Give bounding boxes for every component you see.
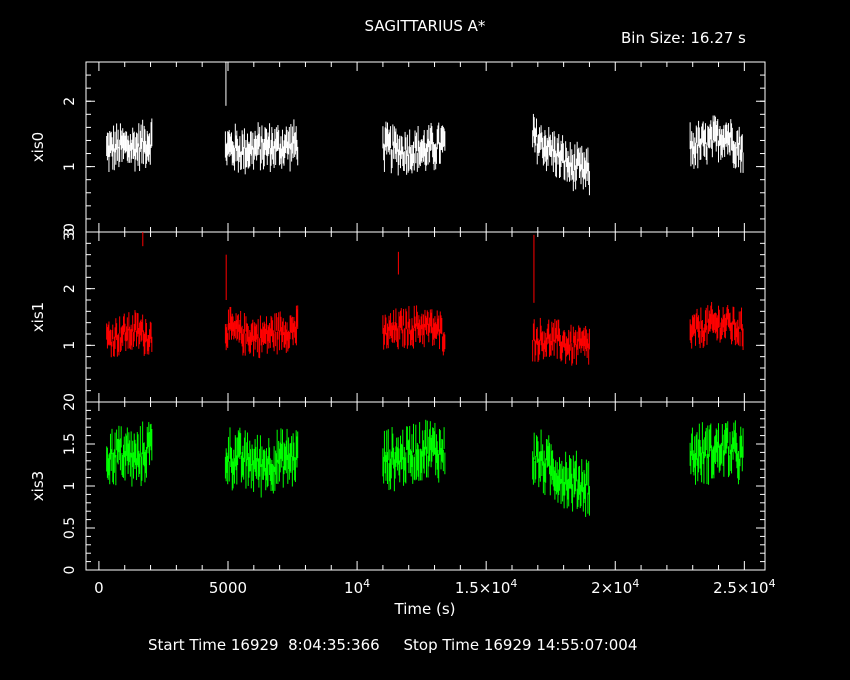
series-xis3 xyxy=(106,419,744,517)
y-tick-label: 20 xyxy=(62,393,78,411)
series-xis1 xyxy=(106,232,744,366)
x-tick-label: 1.5×104 xyxy=(455,577,518,597)
y-tick-label: 1 xyxy=(62,341,78,350)
y-axis-label: xis0 xyxy=(29,132,47,162)
y-tick-label: 2 xyxy=(62,97,78,106)
y-axis-label: xis1 xyxy=(29,302,47,332)
y-tick-label: 1 xyxy=(62,162,78,171)
panel-xis3: 0 0.5 1 1.5 xis3 xyxy=(29,401,766,575)
y-tick-label: 1.5 xyxy=(62,433,78,455)
y-tick-label: 2 xyxy=(62,284,78,293)
x-tick-label: 5000 xyxy=(209,579,247,597)
time-range-footer: Start Time 16929 8:04:35:366 Stop Time 1… xyxy=(148,636,638,654)
x-axis-label: Time (s) xyxy=(394,600,456,618)
y-axis-label: xis3 xyxy=(29,471,47,501)
panel-xis0: 1230xis0 xyxy=(29,61,766,241)
panel-xis1: 1 2 3 20 xis1 xyxy=(29,228,766,411)
light-curve-chart: 1230xis012320xis100.511.5xis30 5000 104 1.5… xyxy=(29,61,776,618)
y-tick-label: 3 xyxy=(62,228,78,237)
x-tick-label: 104 xyxy=(344,577,370,597)
x-tick-label: 2.5×104 xyxy=(713,577,776,597)
x-tick-label: 2×104 xyxy=(591,577,639,597)
y-tick-label: 1 xyxy=(62,482,78,491)
y-tick-label: 0 xyxy=(62,566,78,575)
x-axis: 0 5000 104 1.5×104 2×104 2.5×104 Time (s) xyxy=(94,577,775,618)
series-xis0 xyxy=(106,62,744,196)
x-tick-label: 0 xyxy=(94,579,104,597)
panel-frame xyxy=(85,61,766,233)
y-tick-label: 0.5 xyxy=(62,517,78,539)
